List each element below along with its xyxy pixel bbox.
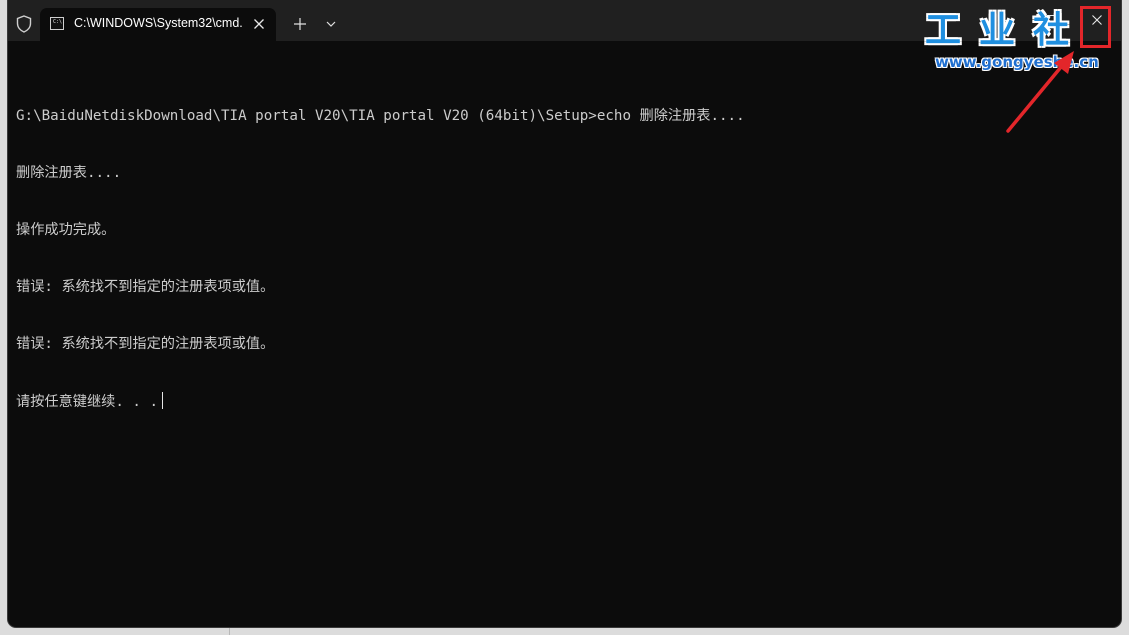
backdrop-divider	[229, 626, 230, 635]
terminal-app-icon: C:\.	[50, 17, 66, 30]
terminal-window: C:\. C:\WINDOWS\System32\cmd. G:\BaiduNe…	[8, 0, 1121, 627]
text-cursor	[162, 392, 164, 409]
shield-icon	[16, 15, 32, 33]
tab-close-icon[interactable]	[250, 15, 268, 33]
console-prompt-line: 请按任意键继续. . .	[16, 392, 1111, 411]
console-prompt-text: 请按任意键继续. . .	[16, 394, 159, 410]
console-output[interactable]: G:\BaiduNetdiskDownload\TIA portal V20\T…	[16, 69, 1111, 449]
console-line: 操作成功完成。	[16, 222, 116, 238]
terminal-app-icon-label: C:\.	[53, 19, 66, 25]
annotation-highlight-box	[1080, 6, 1111, 48]
annotation-arrow-icon	[1006, 51, 1074, 133]
tab-title: C:\WINDOWS\System32\cmd.	[74, 16, 243, 30]
console-line: G:\BaiduNetdiskDownload\TIA portal V20\T…	[16, 108, 745, 124]
new-tab-button[interactable]	[290, 14, 310, 34]
tab-cmd[interactable]: C:\. C:\WINDOWS\System32\cmd.	[40, 8, 276, 41]
console-line: 错误: 系统找不到指定的注册表项或值。	[16, 336, 275, 352]
tab-dropdown-button[interactable]	[321, 14, 341, 34]
console-line: 错误: 系统找不到指定的注册表项或值。	[16, 279, 275, 295]
console-line: 删除注册表....	[16, 165, 122, 181]
